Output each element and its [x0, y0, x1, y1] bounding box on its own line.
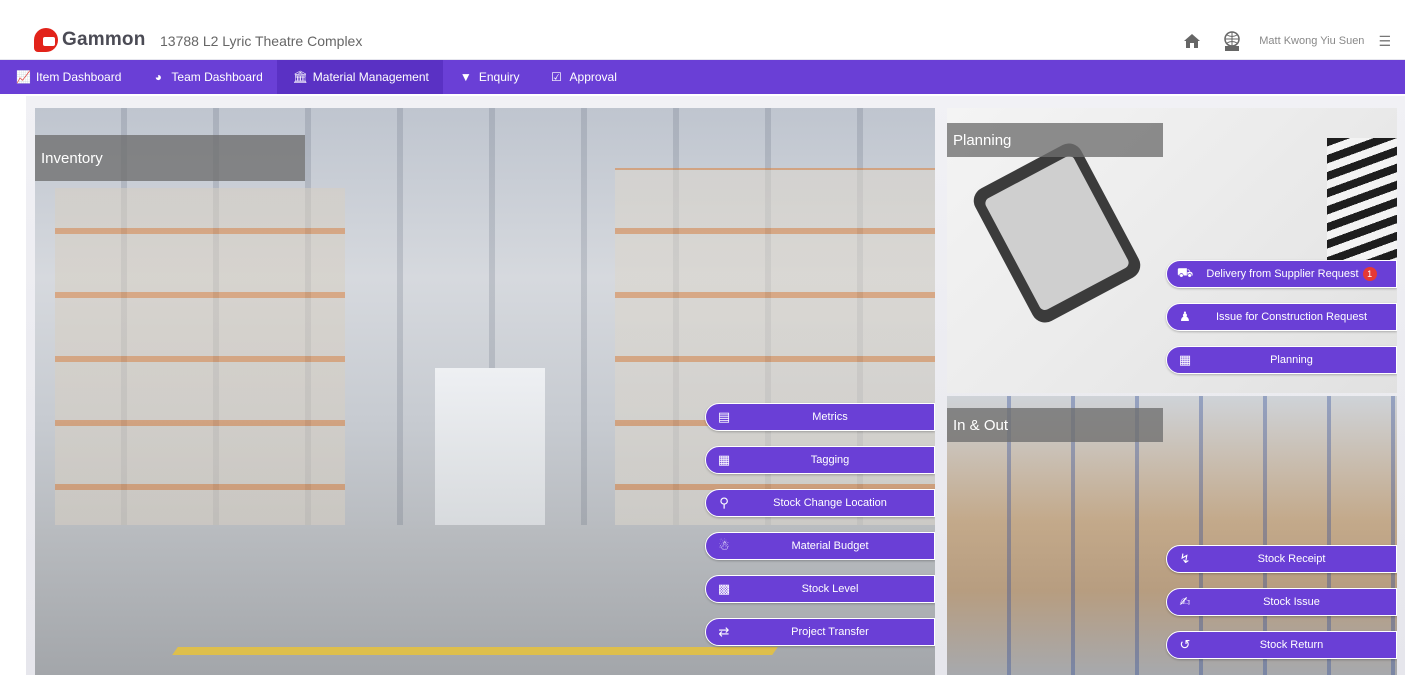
button-label: Stock Change Location [773, 497, 887, 509]
home-icon[interactable] [1179, 28, 1205, 54]
button-label: Delivery from Supplier Request 1 [1197, 267, 1396, 281]
in-out-card: In & Out ↯ Stock Receipt ✍ Stock Issue ↺… [947, 396, 1397, 675]
logo-text: Gammon [62, 29, 146, 50]
dolly-icon: ↯ [1179, 551, 1191, 566]
warehouse-aisle-image [435, 368, 545, 528]
hamburger-menu-icon[interactable]: ☰ [1378, 33, 1391, 50]
stock-level-button[interactable]: ▩ Stock Level [705, 575, 935, 603]
hand-box-icon: ✍ [1179, 594, 1191, 609]
button-label: Issue for Construction Request [1215, 311, 1368, 323]
issue-for-construction-request-button[interactable]: ♟ Issue for Construction Request [1166, 303, 1397, 331]
filter-icon: ▼ [459, 70, 472, 84]
inventory-title: Inventory [35, 135, 305, 181]
project-title: 13788 L2 Lyric Theatre Complex [160, 33, 363, 49]
truck-icon: ⛟ [1176, 265, 1194, 280]
button-label: Stock Receipt [1257, 553, 1326, 565]
pie-chart-icon: ◕ [154, 70, 163, 84]
bar-chart-icon: ▩ [717, 581, 731, 596]
qr-code-icon: ▦ [717, 452, 731, 467]
tab-label: Approval [569, 70, 617, 84]
area-chart-icon: ▤ [717, 409, 731, 424]
tab-label: Enquiry [478, 70, 520, 84]
line-chart-icon: 📈 [16, 70, 31, 84]
tab-approval[interactable]: ☑ Approval [534, 60, 631, 94]
button-label: Stock Return [1259, 639, 1324, 651]
button-label: Stock Level [801, 583, 859, 595]
undo-icon: ↺ [1179, 637, 1191, 652]
tab-material-management[interactable]: 🏛 Material Management [276, 60, 443, 94]
material-budget-button[interactable]: ☃ Material Budget [705, 532, 935, 560]
floor-stripe [172, 647, 778, 655]
stock-issue-button[interactable]: ✍ Stock Issue [1166, 588, 1397, 616]
tab-label: Team Dashboard [171, 70, 263, 84]
tab-label: Item Dashboard [36, 70, 122, 84]
tab-team-dashboard[interactable]: ◕ Team Dashboard [135, 60, 276, 94]
warehouse-shelf-image [55, 188, 345, 548]
warehouse-icon: 🏛 [292, 70, 309, 84]
button-label-text: Delivery from Supplier Request [1206, 267, 1359, 280]
button-label: Metrics [812, 411, 848, 423]
tab-label: Material Management [312, 70, 429, 84]
money-bag-icon: ☃ [718, 538, 730, 553]
header-actions: Matt Kwong Yiu Suen ☰ [1179, 28, 1391, 54]
button-label: Tagging [810, 454, 850, 466]
top-header: Gammon 13788 L2 Lyric Theatre Complex Ma… [0, 22, 1405, 60]
gammon-logo-icon [34, 28, 58, 52]
delivery-from-supplier-request-button[interactable]: ⛟ Delivery from Supplier Request 1 [1166, 260, 1397, 288]
shuffle-icon: ⇄ [718, 624, 730, 639]
metrics-button[interactable]: ▤ Metrics [705, 403, 935, 431]
stock-change-location-button[interactable]: ⚲ Stock Change Location [705, 489, 935, 517]
planning-title: Planning [947, 123, 1163, 157]
main-nav: 📈 Item Dashboard ◕ Team Dashboard 🏛 Mate… [0, 60, 1405, 94]
in-out-title: In & Out [947, 408, 1163, 442]
tab-item-dashboard[interactable]: 📈 Item Dashboard [0, 60, 135, 94]
planning-card: Planning ⛟ Delivery from Supplier Reques… [947, 108, 1397, 393]
globe-icon[interactable] [1219, 28, 1245, 54]
tab-enquiry[interactable]: ▼ Enquiry [443, 60, 534, 94]
button-label: Stock Issue [1263, 596, 1320, 608]
stock-return-button[interactable]: ↺ Stock Return [1166, 631, 1397, 659]
route-icon: ⚲ [719, 495, 729, 510]
project-transfer-button[interactable]: ⇄ Project Transfer [705, 618, 935, 646]
notification-badge: 1 [1362, 267, 1377, 281]
main-content: Inventory ▤ Metrics ▦ Tagging ⚲ Stock Ch… [26, 96, 1405, 675]
tagging-button[interactable]: ▦ Tagging [705, 446, 935, 474]
people-carry-icon: ♟ [1179, 309, 1191, 324]
button-label: Project Transfer [791, 626, 869, 638]
calendar-icon: ▦ [1178, 352, 1192, 367]
checkbox-icon: ☑ [551, 70, 562, 84]
user-name[interactable]: Matt Kwong Yiu Suen [1259, 35, 1364, 47]
stock-receipt-button[interactable]: ↯ Stock Receipt [1166, 545, 1397, 573]
planning-button[interactable]: ▦ Planning [1166, 346, 1397, 374]
button-label: Material Budget [791, 540, 869, 552]
inventory-card: Inventory ▤ Metrics ▦ Tagging ⚲ Stock Ch… [35, 108, 935, 675]
gammon-logo[interactable]: Gammon [34, 28, 146, 52]
button-label: Planning [1270, 354, 1313, 366]
phone-image [968, 138, 1146, 328]
